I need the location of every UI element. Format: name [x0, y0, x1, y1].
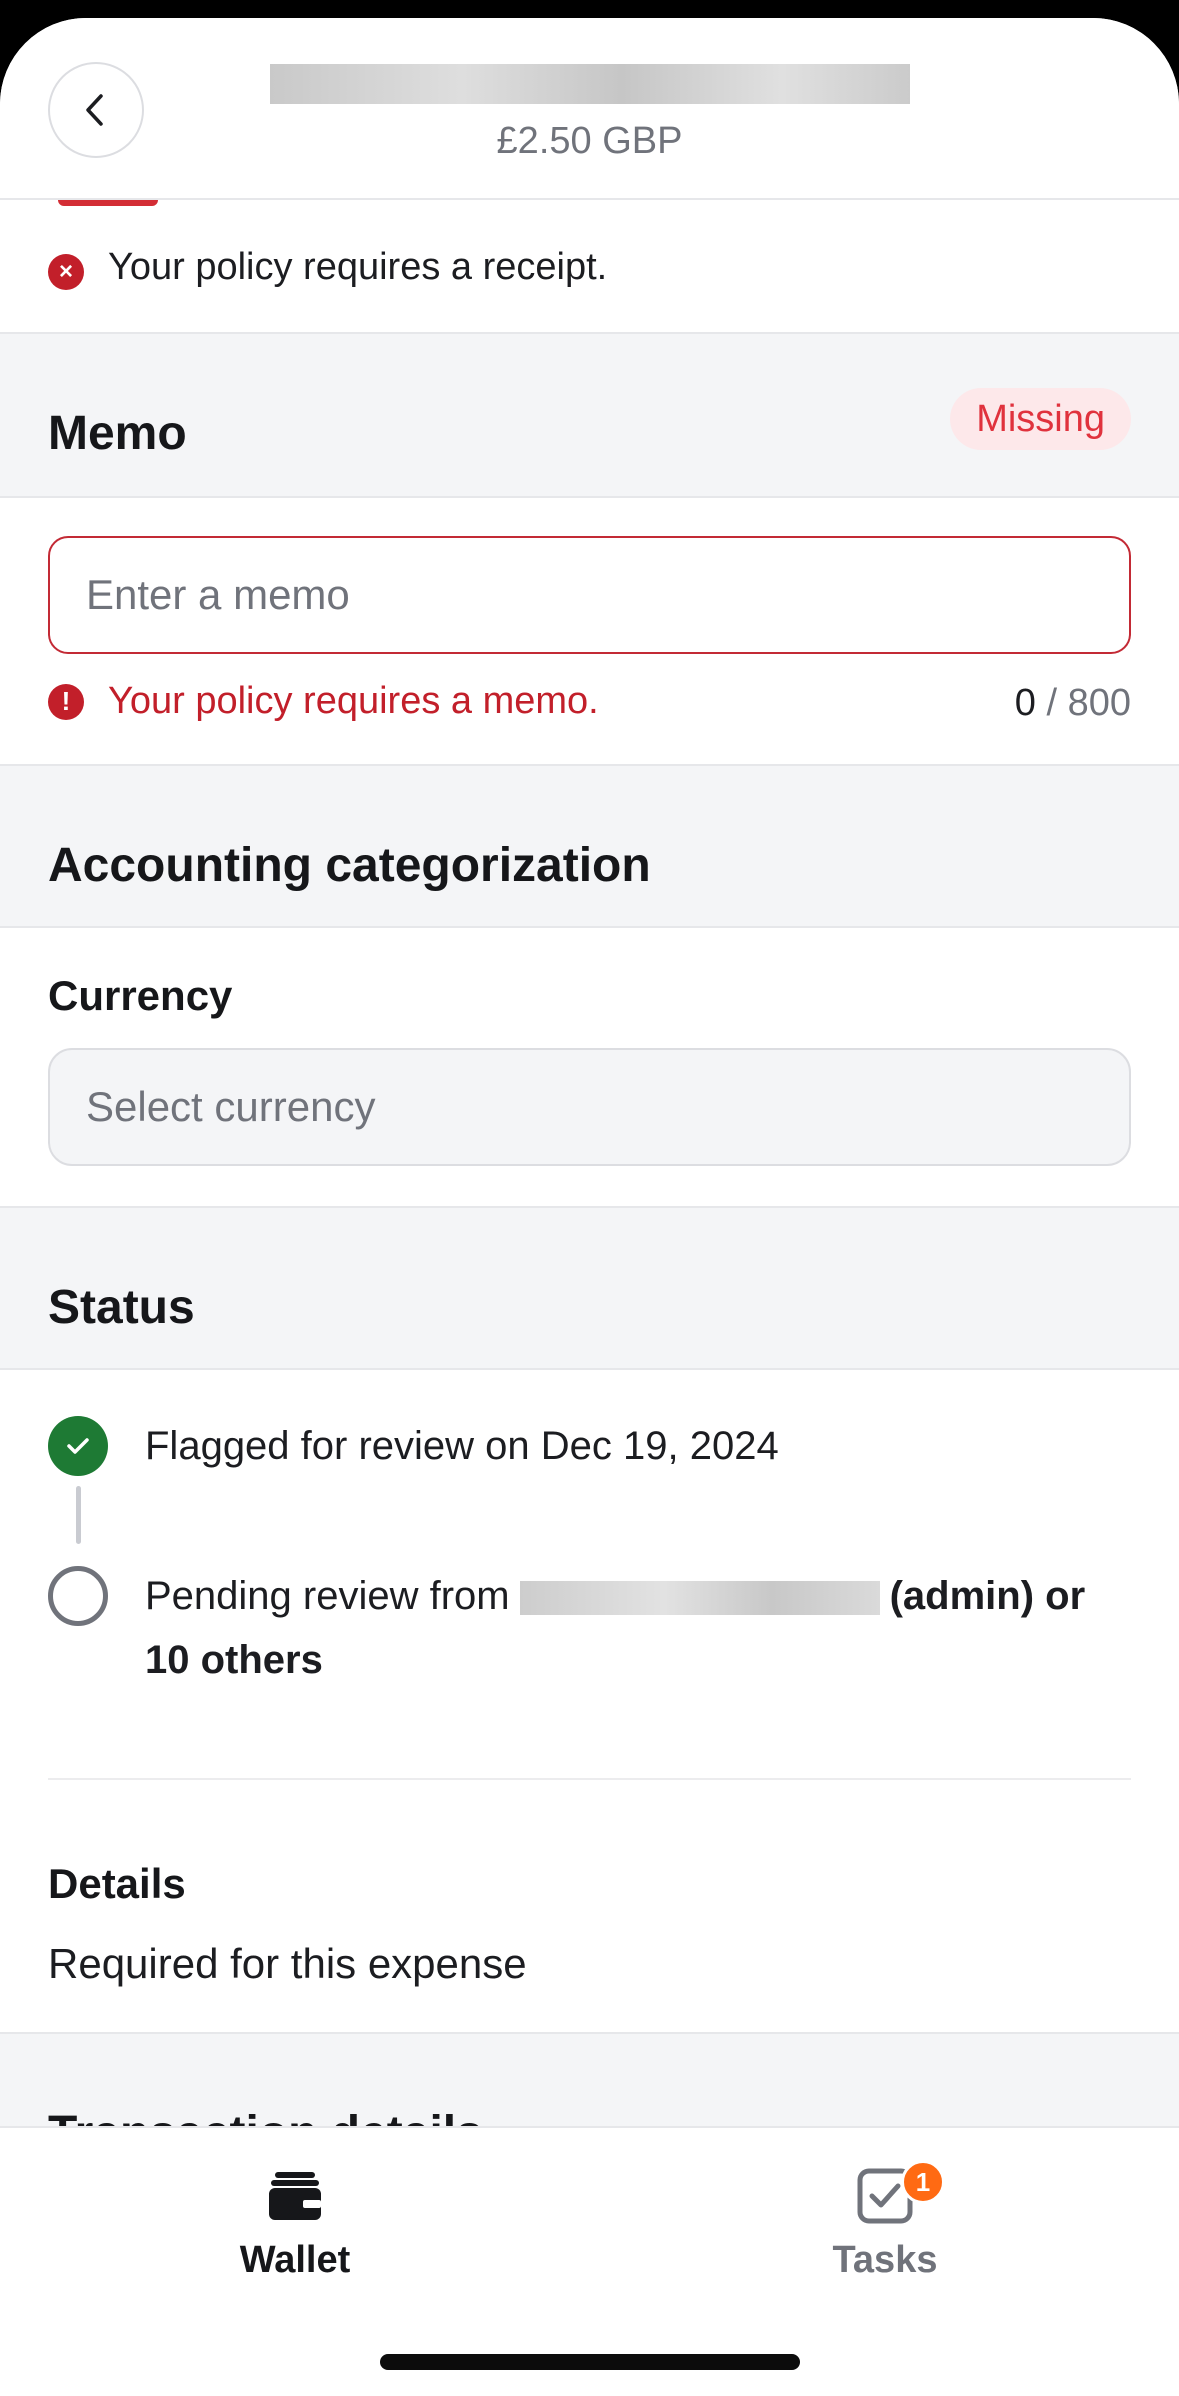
currency-select[interactable]: Select currency	[48, 1048, 1131, 1166]
receipt-indicator	[58, 200, 158, 206]
currency-label: Currency	[48, 972, 233, 1019]
status-step-flagged: Flagged for review on Dec 19, 2024	[145, 1424, 779, 1468]
tab-wallet[interactable]: Wallet	[145, 2166, 445, 2282]
tasks-count-badge: 1	[901, 2160, 945, 2204]
memo-error-text: Your policy requires a memo.	[108, 680, 599, 722]
checkmark-icon	[67, 1438, 89, 1454]
details-divider	[48, 1778, 1131, 1780]
receipt-warning: × Your policy requires a receipt.	[0, 218, 1179, 333]
memo-char-count: 0	[1014, 682, 1036, 724]
error-x-icon: ×	[48, 254, 84, 290]
accounting-section-header: Accounting categorization	[0, 764, 1179, 928]
memo-char-max: / 800	[1046, 682, 1131, 724]
tab-tasks-label: Tasks	[832, 2239, 938, 2281]
error-exclamation-icon: !	[48, 683, 84, 720]
expense-detail-screen: £2.50 GBP × Your policy requires a recei…	[0, 18, 1179, 2396]
home-indicator[interactable]	[380, 2354, 800, 2370]
pending-role: (admin) or	[889, 1574, 1086, 1618]
details-value: Required for this expense	[48, 1940, 527, 1987]
details-label: Details	[48, 1860, 186, 1907]
memo-error: ! Your policy requires a memo.	[48, 680, 599, 723]
memo-input[interactable]	[48, 536, 1131, 654]
status-step-pending: Pending review from (admin) or 10 others	[145, 1564, 1145, 1692]
status-section-header: Status	[0, 1206, 1179, 1370]
redacted-merchant-title	[270, 64, 910, 104]
redacted-reviewer-name	[519, 1581, 880, 1616]
completed-step-icon	[48, 1416, 108, 1476]
currency-select-placeholder: Select currency	[86, 1083, 376, 1130]
pending-step-icon	[48, 1566, 108, 1626]
receipt-warning-text: Your policy requires a receipt.	[108, 246, 608, 288]
timeline-connector	[76, 1486, 81, 1544]
tab-wallet-label: Wallet	[239, 2239, 351, 2281]
tab-tasks[interactable]: 1 Tasks	[735, 2160, 1035, 2282]
memo-title: Memo	[48, 407, 187, 460]
memo-character-counter: 0 / 800	[1015, 682, 1131, 725]
expense-amount: £2.50 GBP	[496, 120, 683, 162]
pending-others: 10 others	[145, 1638, 323, 1682]
accounting-title: Accounting categorization	[48, 839, 651, 892]
header: £2.50 GBP	[0, 18, 1179, 200]
missing-badge: Missing	[950, 388, 1131, 450]
wallet-icon	[269, 2172, 321, 2220]
memo-section-header: Memo Missing	[0, 332, 1179, 498]
status-title: Status	[48, 1281, 195, 1334]
pending-prefix: Pending review from	[145, 1574, 510, 1618]
